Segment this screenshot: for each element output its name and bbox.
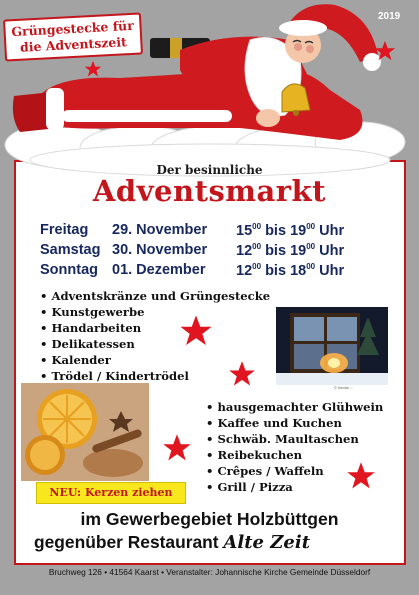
location-line-1: im Gewerbegebiet Holzbüttgen (80, 509, 339, 529)
schedule-day: Freitag (40, 222, 89, 238)
schedule-day: Sonntag (40, 262, 98, 278)
schedule-row: Freitag 29. November 1500 bis 1900 Uhr (40, 222, 380, 242)
highlight-badge: NEU: Kerzen ziehen (36, 482, 186, 504)
list-item: Kunstgewerbe (40, 304, 270, 320)
list-item: Handarbeiten (40, 320, 270, 336)
location-prefix: gegenüber Restaurant (34, 532, 219, 552)
list-item: Kalender (40, 352, 270, 368)
restaurant-name: Alte Zeit (223, 532, 311, 553)
list-item: Schwäb. Maultaschen (206, 431, 383, 447)
schedule-row: Sonntag 01. Dezember 1200 bis 1800 Uhr (40, 262, 380, 282)
list-item: Delikatessen (40, 336, 270, 352)
list-item: Trödel / Kindertrödel (40, 368, 270, 384)
poster: 2019 Grüngestecke für die Adventszeit De… (0, 0, 419, 595)
list-item: Reibekuchen (206, 447, 383, 463)
star-icon (163, 434, 191, 461)
main-title: Adventsmarkt (92, 174, 327, 208)
list-item: Grill / Pizza (206, 479, 383, 495)
schedule-time: 1500 bis 1900 Uhr (236, 222, 345, 239)
list-item: Kaffee und Kuchen (206, 415, 383, 431)
schedule-time: 1200 bis 1800 Uhr (236, 262, 345, 279)
schedule-date: 30. November (112, 242, 208, 258)
schedule-date: 01. Dezember (112, 262, 206, 278)
list-item: Adventskränze und Grüngestecke (40, 288, 270, 304)
offers-list-right: hausgemachter Glühwein Kaffee und Kuchen… (206, 399, 383, 495)
star-icon (374, 40, 396, 61)
list-item: Crêpes / Waffeln (206, 463, 383, 479)
footer-text: Bruchweg 126 • 41564 Kaarst • Veranstalt… (48, 567, 371, 577)
schedule-date: 29. November (112, 222, 208, 238)
year-label: 2019 (378, 11, 401, 22)
orange-cinnamon-photo (21, 383, 149, 481)
location-line-2: gegenüber Restaurant Alte Zeit (34, 532, 310, 553)
offers-list-left: Adventskränze und Grüngestecke Kunstgewe… (40, 288, 270, 384)
schedule-time: 1200 bis 1900 Uhr (236, 242, 345, 259)
window-photo (276, 307, 388, 385)
schedule: Freitag 29. November 1500 bis 1900 Uhr S… (40, 222, 380, 282)
list-item: hausgemachter Glühwein (206, 399, 383, 415)
schedule-row: Samstag 30. November 1200 bis 1900 Uhr (40, 242, 380, 262)
footer: Bruchweg 126 • 41564 Kaarst • Veranstalt… (0, 565, 419, 595)
photo-credit: © fotolia ... (334, 385, 354, 390)
tagline-box: Grüngestecke für die Adventszeit (2, 12, 144, 62)
schedule-day: Samstag (40, 242, 101, 258)
star-icon (84, 60, 102, 77)
